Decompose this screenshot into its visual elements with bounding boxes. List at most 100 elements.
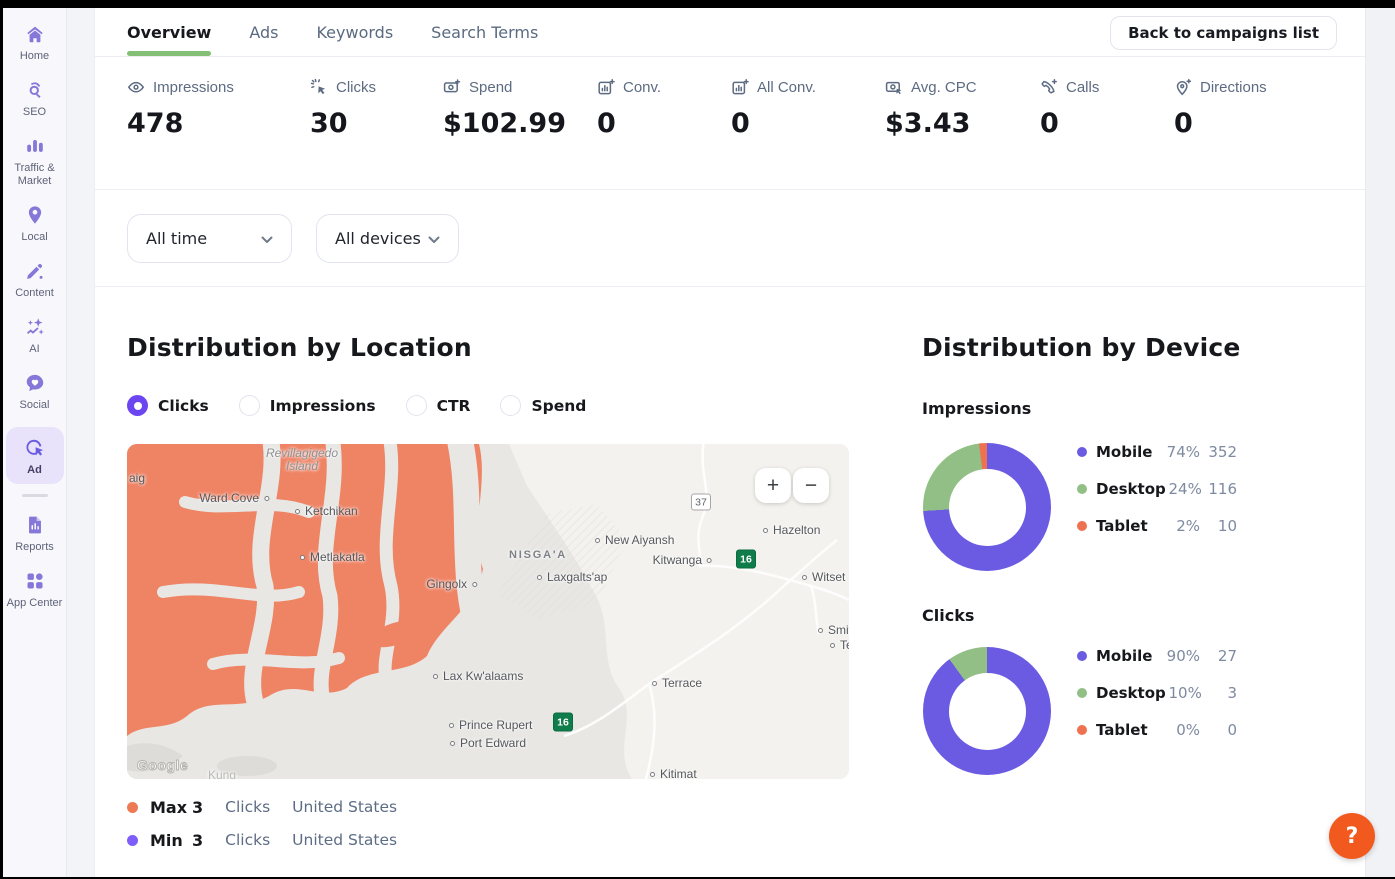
legend-row-tablet: Tablet2%10 [1077, 514, 1237, 538]
stat-label: Avg. CPC [911, 79, 977, 96]
legend-value: 10 [1200, 517, 1237, 535]
map-zoom-controls: + − [755, 468, 829, 503]
sidebar-item-label: App Center [7, 597, 63, 610]
radio-label: CTR [437, 397, 471, 415]
clicks-chart-title: Clicks [922, 606, 974, 625]
stat-impressions: Impressions478 [127, 78, 310, 189]
app-center-icon [23, 569, 47, 593]
legend-dot [1077, 688, 1087, 698]
device-filter-dropdown[interactable]: All devices [316, 214, 459, 263]
highway-shield-16: 16 [736, 550, 756, 569]
stats-row: Impressions478Clicks30Spend$102.99Conv.0… [95, 57, 1365, 190]
stat-label: Spend [469, 79, 512, 96]
tabs: Overview Ads Keywords Search Terms [127, 8, 538, 56]
sidebar-item-label: Home [20, 50, 49, 63]
impressions-chart-legend: Mobile74%352Desktop24%116Tablet2%10 [1077, 440, 1237, 551]
legend-percent: 74% [1162, 443, 1200, 461]
app-window: Home SEO Traffic & Market Local Content AI Soc… [0, 0, 1395, 879]
map-zoom-out-button[interactable]: − [793, 468, 829, 503]
radio-dot [406, 395, 427, 416]
google-logo[interactable]: Google [137, 757, 188, 773]
legend-value: 27 [1200, 647, 1237, 665]
back-to-campaigns-button[interactable]: Back to campaigns list [1110, 16, 1337, 50]
stat-label: Calls [1066, 79, 1099, 96]
stat-all-conversions: All Conv. 0 [731, 78, 885, 189]
sidebar-item-social[interactable]: Social [6, 371, 64, 412]
sidebar-item-traffic-market[interactable]: Traffic & Market [6, 134, 64, 188]
sidebar-item-ai[interactable]: AI [6, 315, 64, 356]
tab-overview[interactable]: Overview [127, 8, 211, 56]
device-filter-value: All devices [335, 229, 421, 248]
stat-value: $3.43 [885, 108, 1040, 139]
legend-dot [127, 835, 138, 846]
help-button[interactable]: ? [1329, 813, 1375, 859]
legend-value: 0 [1200, 721, 1237, 739]
map-legend-row-max: Max3ClicksUnited States [127, 795, 397, 819]
sidebar-item-label: Reports [15, 541, 54, 554]
ad-icon [23, 436, 47, 460]
stat-conversions: Conv. 0 [597, 78, 731, 189]
legend-percent: 10% [1166, 684, 1202, 702]
legend-name: Min [150, 831, 186, 850]
sidebar-item-content[interactable]: Content [6, 259, 64, 300]
sidebar-item-label: Social [20, 399, 50, 412]
sidebar-item-app-center[interactable]: App Center [6, 569, 64, 610]
legend-percent: 2% [1162, 517, 1200, 535]
legend-region[interactable]: United States [292, 831, 397, 849]
highway-shield-37: 37 [691, 494, 711, 511]
legend-dot [1077, 521, 1087, 531]
tab-search-terms[interactable]: Search Terms [431, 8, 538, 56]
stat-label: Clicks [336, 79, 376, 96]
legend-row-mobile: Mobile74%352 [1077, 440, 1237, 464]
tabs-bar: Overview Ads Keywords Search Terms Back to … [95, 8, 1365, 57]
time-filter-dropdown[interactable]: All time [127, 214, 292, 263]
sidebar-item-seo[interactable]: SEO [6, 78, 64, 119]
legend-metric: Clicks [225, 798, 270, 816]
chevron-down-icon [428, 229, 440, 248]
stat-value: 0 [597, 108, 731, 139]
sidebar-item-home[interactable]: Home [6, 22, 64, 63]
legend-value: 3 [192, 831, 203, 850]
seo-icon [23, 78, 47, 102]
map-terrain [127, 444, 849, 779]
stat-spend: Spend$102.99 [443, 78, 597, 189]
stat-value: 0 [731, 108, 885, 139]
radio-dot [239, 395, 260, 416]
location-metric-radios: Clicks Impressions CTR Spend [127, 395, 586, 416]
legend-value: 116 [1202, 480, 1237, 498]
map-zoom-in-button[interactable]: + [755, 468, 791, 503]
stat-label: Impressions [153, 79, 234, 96]
location-metric-radio-ctr[interactable]: CTR [406, 395, 471, 416]
map[interactable]: aigRevillagigedo IslandWard CoveKetchika… [127, 444, 849, 779]
legend-row-mobile: Mobile90%27 [1077, 644, 1237, 668]
all-conversions-icon [731, 78, 749, 96]
sidebar-item-label: Local [21, 231, 47, 244]
location-metric-radio-clicks[interactable]: Clicks [127, 395, 209, 416]
sidebar-item-ad[interactable]: Ad [6, 427, 64, 484]
stat-label: Conv. [623, 79, 661, 96]
legend-label: Mobile [1096, 443, 1162, 461]
location-metric-radio-impressions[interactable]: Impressions [239, 395, 376, 416]
tab-keywords[interactable]: Keywords [316, 8, 393, 56]
dashboard-content: Distribution by Location ClicksImpressio… [95, 287, 1365, 877]
impressions-icon [127, 78, 145, 96]
legend-label: Desktop [1096, 684, 1166, 702]
legend-percent: 0% [1162, 721, 1200, 739]
legend-dot [1077, 651, 1087, 661]
sidebar-item-local[interactable]: Local [6, 203, 64, 244]
content-icon [23, 259, 47, 283]
radio-dot [500, 395, 521, 416]
sidebar-item-reports[interactable]: Reports [6, 513, 64, 554]
conversions-icon [597, 78, 615, 96]
stat-label: All Conv. [757, 79, 816, 96]
directions-icon [1174, 78, 1192, 96]
legend-name: Max [150, 798, 186, 817]
legend-row-tablet: Tablet0%0 [1077, 718, 1237, 742]
legend-value: 352 [1200, 443, 1237, 461]
tab-ads[interactable]: Ads [249, 8, 278, 56]
legend-dot [127, 802, 138, 813]
sidebar: Home SEO Traffic & Market Local Content AI Soc… [3, 8, 67, 877]
location-metric-radio-spend[interactable]: Spend [500, 395, 586, 416]
legend-region[interactable]: United States [292, 798, 397, 816]
legend-value: 3 [1202, 684, 1237, 702]
